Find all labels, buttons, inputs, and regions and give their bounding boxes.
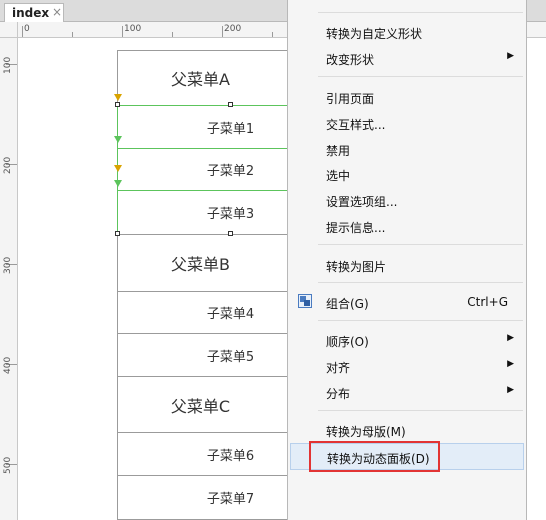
child-menu-4-label: 子菜单4 bbox=[206, 307, 255, 322]
close-icon[interactable]: × bbox=[52, 5, 62, 19]
menu-separator bbox=[318, 244, 523, 245]
menu-item-label: 提示信息... bbox=[326, 221, 386, 235]
menu-item-disable[interactable]: 禁用 bbox=[290, 136, 524, 162]
menu-item-select[interactable]: 选中 bbox=[290, 161, 524, 187]
ruler-corner bbox=[0, 22, 18, 38]
ruler-label: 0 bbox=[24, 24, 30, 34]
menu-item-label: 组合(G) bbox=[326, 297, 369, 311]
menu-separator bbox=[318, 410, 523, 411]
tab-index[interactable]: index × bbox=[4, 3, 64, 22]
child-menu-1-label: 子菜单1 bbox=[206, 121, 255, 137]
menu-item-order[interactable]: 顺序(O) ▶ bbox=[290, 327, 524, 353]
interaction-marker-icon bbox=[114, 180, 122, 187]
selection-handle[interactable] bbox=[228, 231, 233, 236]
highlight-annotation bbox=[309, 441, 440, 472]
interaction-marker-icon bbox=[114, 165, 122, 172]
menu-item-group[interactable]: 组合(G) Ctrl+G bbox=[290, 289, 524, 315]
child-menu-7-label: 子菜单7 bbox=[206, 492, 255, 507]
group-icon bbox=[298, 294, 312, 308]
menu-item-convert-master[interactable]: 转换为母版(M) bbox=[290, 417, 524, 443]
menu-item-reference-page[interactable]: 引用页面 bbox=[290, 84, 524, 110]
submenu-arrow-icon: ▶ bbox=[507, 385, 514, 395]
ruler-tick bbox=[222, 26, 223, 37]
child-menu-5-label: 子菜单5 bbox=[206, 349, 255, 365]
ruler-label: 200 bbox=[224, 24, 242, 34]
child-menu-3-label: 子菜单3 bbox=[206, 207, 255, 222]
ruler-label: 400 bbox=[3, 356, 13, 374]
menu-separator bbox=[318, 76, 523, 77]
interaction-marker-icon bbox=[114, 136, 122, 143]
menu-item-label: 改变形状 bbox=[326, 53, 375, 67]
menu-separator bbox=[318, 12, 523, 13]
menu-item-label: 禁用 bbox=[326, 144, 351, 158]
menu-item-label: 对齐 bbox=[326, 361, 351, 375]
menu-item-label: 设置选项组... bbox=[326, 195, 398, 209]
menu-item-label: 交互样式... bbox=[326, 118, 386, 132]
interaction-marker-icon bbox=[114, 94, 122, 101]
menu-item-label: 转换为母版(M) bbox=[326, 425, 406, 439]
tab-label: index bbox=[12, 6, 50, 20]
menu-item-interaction-style[interactable]: 交互样式... bbox=[290, 110, 524, 136]
child-menu-2-label: 子菜单2 bbox=[206, 164, 255, 179]
menu-item-label: 选中 bbox=[326, 169, 351, 183]
menu-item-shortcut: Ctrl+G bbox=[467, 295, 508, 309]
ruler-label: 200 bbox=[3, 156, 13, 174]
menu-item-align[interactable]: 对齐 ▶ bbox=[290, 353, 524, 379]
selection-handle[interactable] bbox=[115, 231, 120, 236]
child-menu-6-label: 子菜单6 bbox=[206, 448, 255, 464]
menu-item-convert-image[interactable]: 转换为图片 bbox=[290, 252, 524, 278]
parent-menu-a-label: 父菜单A bbox=[171, 70, 230, 89]
menu-item-label: 顺序(O) bbox=[326, 335, 369, 349]
ruler-label: 100 bbox=[124, 24, 142, 34]
menu-item-set-option-group[interactable]: 设置选项组... bbox=[290, 187, 524, 213]
menu-item-label: 转换为图片 bbox=[326, 260, 387, 274]
ruler-label: 500 bbox=[3, 456, 13, 474]
menu-item-label: 转换为自定义形状 bbox=[326, 27, 423, 41]
menu-separator bbox=[318, 282, 523, 283]
menu-item-tooltip-info[interactable]: 提示信息... bbox=[290, 213, 524, 239]
ruler-tick bbox=[22, 26, 23, 37]
selection-handle[interactable] bbox=[228, 102, 233, 107]
menu-item-distribute[interactable]: 分布 ▶ bbox=[290, 379, 524, 405]
ruler-tick bbox=[122, 26, 123, 37]
ruler-label: 300 bbox=[3, 256, 13, 274]
submenu-arrow-icon: ▶ bbox=[507, 333, 514, 343]
submenu-arrow-icon: ▶ bbox=[507, 359, 514, 369]
ruler-left: 100 200 300 400 500 bbox=[0, 38, 18, 520]
menu-item-change-shape[interactable]: 改变形状 ▶ bbox=[290, 45, 524, 71]
menu-item-label: 分布 bbox=[326, 387, 351, 401]
parent-menu-c-label: 父菜单C bbox=[170, 396, 231, 416]
menu-item-label: 引用页面 bbox=[326, 92, 375, 106]
ruler-label: 100 bbox=[3, 56, 13, 74]
submenu-arrow-icon: ▶ bbox=[507, 51, 514, 61]
menu-item-convert-custom-shape[interactable]: 转换为自定义形状 bbox=[290, 19, 524, 45]
parent-menu-b-label: 父菜单B bbox=[171, 255, 230, 274]
menu-separator bbox=[318, 320, 523, 321]
selection-handle[interactable] bbox=[115, 102, 120, 107]
